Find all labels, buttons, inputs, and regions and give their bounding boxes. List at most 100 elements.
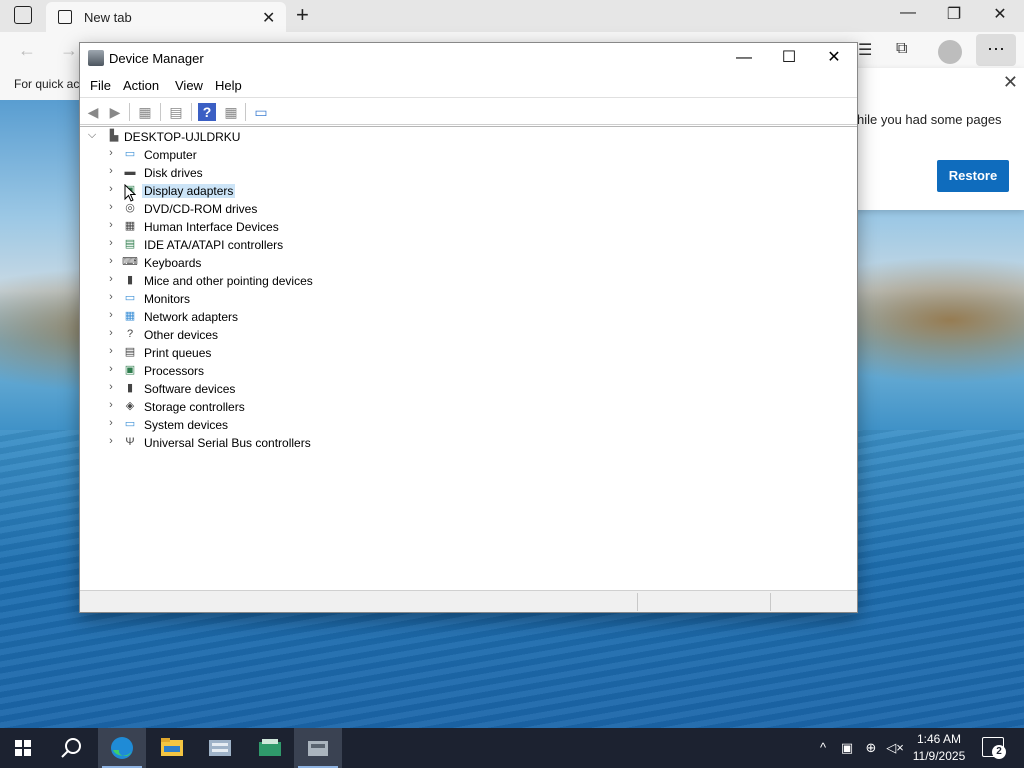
back-arrow-icon[interactable]: ← bbox=[18, 40, 36, 61]
device-category-row[interactable]: › ⌨ Keyboards bbox=[80, 254, 480, 272]
browser-minimize-button[interactable]: — bbox=[898, 4, 918, 22]
browser-close-button[interactable]: ✕ bbox=[990, 4, 1010, 24]
chevron-up-icon[interactable]: ^ bbox=[814, 740, 832, 755]
chevron-right-icon[interactable]: › bbox=[105, 363, 117, 375]
close-tab-icon[interactable]: ✕ bbox=[262, 8, 275, 28]
device-category-label: Universal Serial Bus controllers bbox=[144, 436, 311, 450]
tree-root[interactable]: ⌵ ▙ DESKTOP-UJLDRKU bbox=[80, 128, 480, 146]
chevron-right-icon[interactable]: › bbox=[105, 165, 117, 177]
restore-message: hile you had some pages bbox=[857, 112, 1002, 127]
more-options-button[interactable]: ··· bbox=[976, 34, 1016, 66]
chevron-right-icon[interactable]: › bbox=[105, 273, 117, 285]
taskbar-file-explorer[interactable] bbox=[148, 728, 196, 768]
properties-icon[interactable]: ▤ bbox=[167, 103, 185, 121]
menu-file[interactable]: File bbox=[90, 78, 111, 93]
chevron-right-icon[interactable]: › bbox=[105, 417, 117, 429]
edge-icon bbox=[111, 737, 133, 759]
status-separator bbox=[637, 593, 638, 611]
device-category-label: Monitors bbox=[144, 292, 191, 306]
chevron-right-icon[interactable]: › bbox=[105, 291, 117, 303]
device-category-row[interactable]: › ▣ Processors bbox=[80, 362, 480, 380]
title-bar[interactable]: Device Manager — ☐ ✕ bbox=[80, 43, 857, 73]
menu-help[interactable]: Help bbox=[215, 78, 242, 93]
chevron-right-icon[interactable]: › bbox=[105, 345, 117, 357]
show-hide-console-tree-icon[interactable]: ▦ bbox=[136, 103, 154, 121]
clock[interactable]: 1:46 AM 11/9/2025 bbox=[910, 731, 968, 765]
keyboard-icon: ⌨ bbox=[122, 256, 138, 268]
mouse-cursor-icon bbox=[124, 184, 136, 202]
close-button[interactable]: ✕ bbox=[811, 46, 857, 70]
device-manager-window: Device Manager — ☐ ✕ File Action View He… bbox=[79, 42, 858, 613]
menu-action[interactable]: Action bbox=[123, 78, 159, 93]
notification-count-badge: 2 bbox=[992, 745, 1006, 759]
device-category-row[interactable]: › ▭ Computer bbox=[80, 146, 480, 164]
device-category-label: Disk drives bbox=[144, 166, 203, 180]
ide-controller-icon: ▤ bbox=[124, 238, 136, 250]
device-category-label: System devices bbox=[144, 418, 229, 432]
toolbar-separator bbox=[245, 103, 246, 121]
device-category-row[interactable]: › ▮ Mice and other pointing devices bbox=[80, 272, 480, 290]
chevron-right-icon[interactable]: › bbox=[105, 255, 117, 267]
chevron-right-icon[interactable]: › bbox=[105, 381, 117, 393]
chevron-right-icon[interactable]: › bbox=[105, 327, 117, 339]
device-category-row[interactable]: › ▤ Print queues bbox=[80, 344, 480, 362]
chevron-down-icon[interactable]: ⌵ bbox=[86, 129, 98, 142]
device-category-label: IDE ATA/ATAPI controllers bbox=[144, 238, 284, 252]
taskbar-app-2[interactable] bbox=[246, 728, 294, 768]
meet-now-icon[interactable]: ▣ bbox=[838, 740, 856, 756]
volume-muted-icon[interactable]: ◁× bbox=[886, 740, 904, 756]
scan-hardware-changes-icon[interactable]: ▭ bbox=[252, 103, 270, 121]
menu-view[interactable]: View bbox=[175, 78, 203, 93]
tab-actions-icon[interactable] bbox=[14, 6, 32, 24]
device-category-label: Computer bbox=[144, 148, 197, 162]
maximize-button[interactable]: ☐ bbox=[766, 46, 812, 70]
other-devices-icon: ? bbox=[126, 328, 134, 340]
search-button[interactable] bbox=[48, 728, 96, 768]
restore-pages-panel: ✕ hile you had some pages Restore bbox=[850, 68, 1024, 210]
chevron-right-icon[interactable]: › bbox=[105, 309, 117, 321]
start-button[interactable] bbox=[0, 728, 48, 768]
network-icon[interactable]: ⊕ bbox=[862, 740, 880, 756]
device-category-row[interactable]: › ▮ Software devices bbox=[80, 380, 480, 398]
device-category-label: Mice and other pointing devices bbox=[144, 274, 313, 288]
device-category-row[interactable]: › ▭ Monitors bbox=[80, 290, 480, 308]
taskbar-edge[interactable] bbox=[98, 728, 146, 768]
device-category-row[interactable]: › ◈ Storage controllers bbox=[80, 398, 480, 416]
chevron-right-icon[interactable]: › bbox=[105, 147, 117, 159]
back-icon[interactable]: ◀ bbox=[84, 103, 102, 121]
browser-restore-button[interactable]: ❐ bbox=[944, 4, 964, 24]
chevron-right-icon[interactable]: › bbox=[105, 183, 117, 195]
forward-icon[interactable]: ▶ bbox=[106, 103, 124, 121]
restore-button[interactable]: Restore bbox=[937, 160, 1009, 192]
device-category-row[interactable]: › ◎ DVD/CD-ROM drives bbox=[80, 200, 480, 218]
favorites-icon[interactable]: ☰ bbox=[858, 40, 872, 60]
device-category-row[interactable]: › Ψ Universal Serial Bus controllers bbox=[80, 434, 480, 452]
profile-avatar-icon[interactable] bbox=[938, 40, 962, 64]
chevron-right-icon[interactable]: › bbox=[105, 219, 117, 231]
device-category-label: Print queues bbox=[144, 346, 212, 360]
chevron-right-icon[interactable]: › bbox=[105, 201, 117, 213]
device-category-row[interactable]: › ▬ Disk drives bbox=[80, 164, 480, 182]
device-category-row[interactable]: ›▣Display adapters bbox=[80, 182, 480, 200]
forward-arrow-icon[interactable]: → bbox=[60, 40, 78, 61]
taskbar-device-manager[interactable] bbox=[294, 728, 342, 768]
chevron-right-icon[interactable]: › bbox=[105, 399, 117, 411]
device-category-row[interactable]: › ▭ System devices bbox=[80, 416, 480, 434]
server-manager-icon bbox=[209, 740, 231, 756]
view-options-icon[interactable]: ▦ bbox=[222, 103, 240, 121]
taskbar-app-1[interactable] bbox=[196, 728, 244, 768]
chevron-right-icon[interactable]: › bbox=[105, 237, 117, 249]
device-category-row[interactable]: › ▤ IDE ATA/ATAPI controllers bbox=[80, 236, 480, 254]
device-category-row[interactable]: ›? Other devices bbox=[80, 326, 480, 344]
system-devices-icon: ▭ bbox=[124, 418, 136, 430]
close-icon[interactable]: ✕ bbox=[1003, 72, 1018, 93]
browser-tab[interactable]: New tab ✕ bbox=[46, 2, 286, 32]
device-tree: ⌵ ▙ DESKTOP-UJLDRKU › ▭ Computer › ▬ Disk dri… bbox=[80, 126, 857, 590]
chevron-right-icon[interactable]: › bbox=[105, 435, 117, 447]
device-category-row[interactable]: › ▦ Human Interface Devices bbox=[80, 218, 480, 236]
minimize-button[interactable]: — bbox=[721, 46, 767, 70]
collections-icon[interactable]: ⧉ bbox=[896, 40, 907, 58]
help-icon[interactable]: ? bbox=[198, 103, 216, 121]
new-tab-button[interactable]: + bbox=[296, 2, 309, 28]
device-category-row[interactable]: › ▦ Network adapters bbox=[80, 308, 480, 326]
